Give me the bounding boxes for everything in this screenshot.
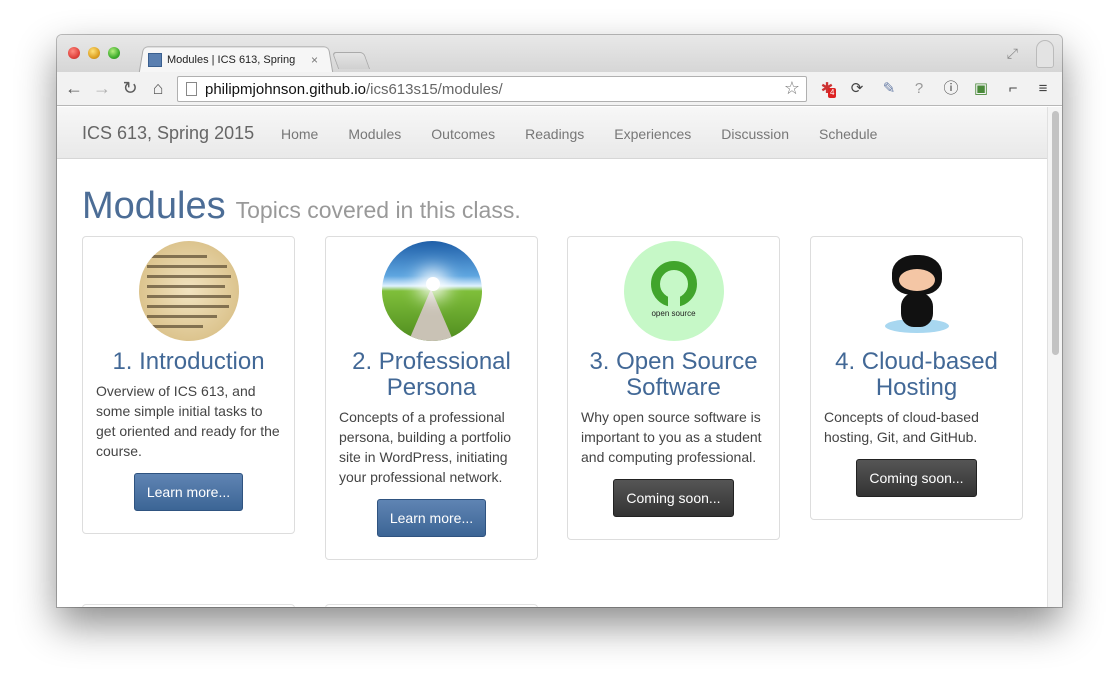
url-path: /ics613s15/modules/ <box>365 80 503 98</box>
bookmark-star-icon[interactable]: ☆ <box>784 78 800 99</box>
module-card: 1. Introduction Overview of ICS 613, and… <box>82 236 295 534</box>
site-navbar: ICS 613, Spring 2015 Home Modules Outcom… <box>57 107 1047 159</box>
extension-sync-icon[interactable]: ⟳ <box>847 79 867 99</box>
coming-soon-button[interactable]: Coming soon... <box>856 459 977 497</box>
page-title: Modules <box>82 185 226 227</box>
address-bar[interactable]: philipmjohnson.github.io/ics613s15/modul… <box>177 76 807 102</box>
browser-toolbar: ← → ↻ ⌂ philipmjohnson.github.io/ics613s… <box>57 72 1062 106</box>
page-heading: Modules Topics covered in this class. <box>82 185 521 228</box>
browser-tab[interactable]: Modules | ICS 613, Spring × <box>146 48 324 72</box>
module-card: 4. Cloud-based Hosting Concepts of cloud… <box>810 236 1023 520</box>
extension-badge: 4 <box>828 88 837 98</box>
module-card-partial <box>82 604 295 607</box>
tab-title: Modules | ICS 613, Spring <box>167 54 296 66</box>
scrollbar-thumb[interactable] <box>1052 111 1059 355</box>
new-tab-button[interactable] <box>331 52 371 69</box>
module-title[interactable]: 4. Cloud-based Hosting <box>811 349 1022 401</box>
zoom-window-button[interactable] <box>108 47 120 59</box>
extension-boot-icon[interactable]: ⌐ <box>1003 79 1023 99</box>
module-card: 2. Professional Persona Concepts of a pr… <box>325 236 538 560</box>
favicon-icon <box>148 53 162 67</box>
extension-evernote-icon[interactable]: ▣ <box>971 79 991 99</box>
tab-close-icon[interactable]: × <box>311 53 318 67</box>
home-icon[interactable]: ⌂ <box>147 77 169 99</box>
nav-readings[interactable]: Readings <box>525 126 584 142</box>
page-viewport: ICS 613, Spring 2015 Home Modules Outcom… <box>57 107 1047 607</box>
coming-soon-button[interactable]: Coming soon... <box>613 479 734 517</box>
module-title[interactable]: 1. Introduction <box>83 349 294 375</box>
extension-info-icon[interactable]: ⓘ <box>941 79 961 99</box>
module-card: open source 3. Open Source Software Why … <box>567 236 780 540</box>
module-description: Overview of ICS 613, and some simple ini… <box>96 383 280 459</box>
tab-strip: Modules | ICS 613, Spring × ⤢ <box>57 35 1062 73</box>
nav-outcomes[interactable]: Outcomes <box>431 126 495 142</box>
browser-window: Modules | ICS 613, Spring × ⤢ ← → ↻ ⌂ ph… <box>57 35 1062 607</box>
back-arrow-icon[interactable]: ← <box>63 77 85 99</box>
module-description: Concepts of cloud-based hosting, Git, an… <box>824 409 979 445</box>
module-title[interactable]: 3. Open Source Software <box>568 349 779 401</box>
dictionary-introduction-image <box>138 241 239 341</box>
site-nav-links: Home Modules Outcomes Readings Experienc… <box>281 126 907 142</box>
module-description: Concepts of a professional persona, buil… <box>339 409 512 485</box>
nav-schedule[interactable]: Schedule <box>819 126 877 142</box>
close-window-button[interactable] <box>68 47 80 59</box>
nav-discussion[interactable]: Discussion <box>721 126 789 142</box>
menu-hamburger-icon[interactable]: ≡ <box>1033 79 1053 99</box>
open-source-logo-image: open source <box>623 241 724 341</box>
page-icon <box>186 82 197 96</box>
forward-arrow-icon[interactable]: → <box>91 77 113 99</box>
learn-more-button[interactable]: Learn more... <box>133 473 244 511</box>
reload-icon[interactable]: ↻ <box>119 77 141 99</box>
module-description: Why open source software is important to… <box>581 409 762 465</box>
site-brand[interactable]: ICS 613, Spring 2015 <box>82 123 254 144</box>
nav-home[interactable]: Home <box>281 126 318 142</box>
extension-help-icon[interactable]: ? <box>909 79 929 99</box>
github-octocat-image <box>866 241 967 341</box>
module-card-partial <box>325 604 538 607</box>
nav-experiences[interactable]: Experiences <box>614 126 691 142</box>
module-title[interactable]: 2. Professional Persona <box>326 349 537 401</box>
fullscreen-icon[interactable]: ⤢ <box>1007 45 1018 62</box>
learn-more-button[interactable]: Learn more... <box>376 499 487 537</box>
road-to-horizon-image <box>381 241 482 341</box>
open-source-label: open source <box>651 309 696 318</box>
extension-mail-icon[interactable]: ✱ 4 <box>817 79 837 99</box>
nav-modules[interactable]: Modules <box>348 126 401 142</box>
vertical-scrollbar[interactable] <box>1047 107 1062 607</box>
minimize-window-button[interactable] <box>88 47 100 59</box>
url-text: philipmjohnson.github.io/ics613s15/modul… <box>205 81 503 98</box>
url-host: philipmjohnson.github.io <box>205 80 366 98</box>
page-subtitle: Topics covered in this class. <box>235 197 521 223</box>
profile-avatar-icon[interactable] <box>1036 40 1054 68</box>
eyedropper-icon[interactable]: ✎ <box>879 79 899 99</box>
